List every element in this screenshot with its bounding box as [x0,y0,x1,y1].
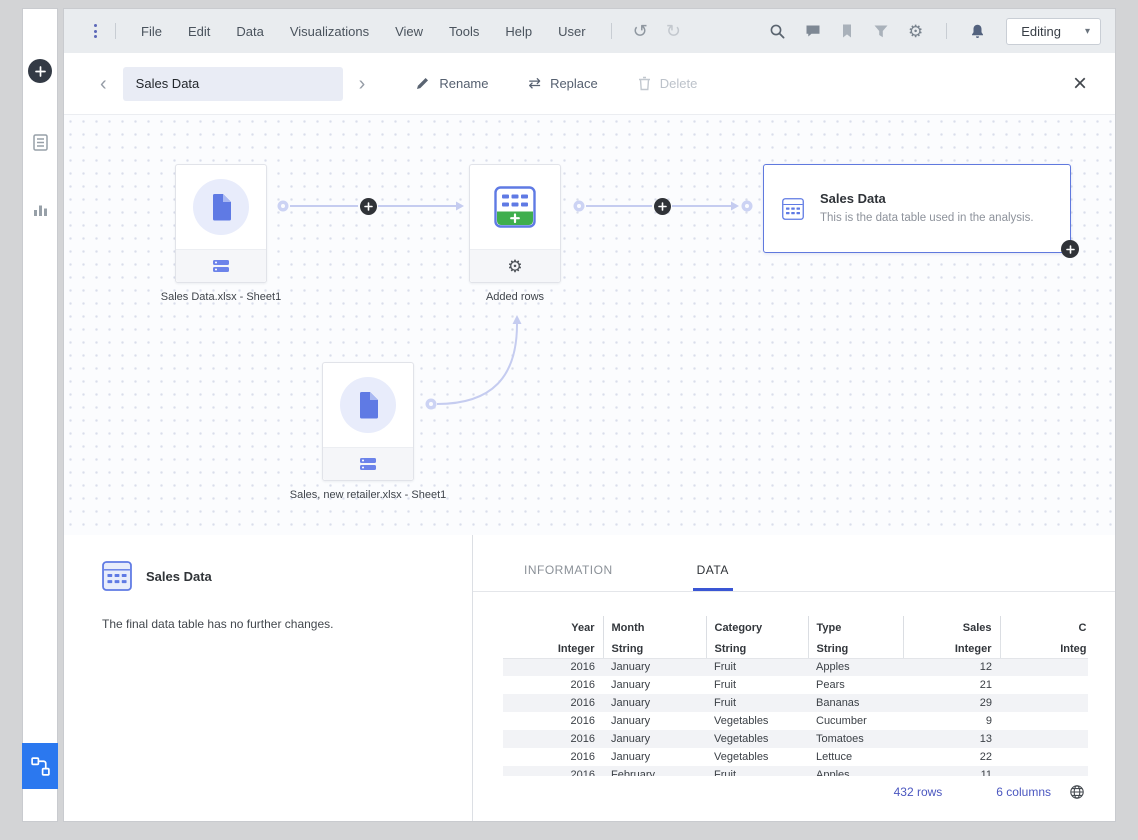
data-preview-panel: INFORMATION DATA Year Month Category Typ… [473,535,1115,821]
file-icon [193,179,249,235]
delete-label: Delete [660,76,698,91]
table-row: 2016JanuaryFruitBananas29 [503,694,1088,712]
table-header-row: Year Month Category Type Sales C [503,616,1088,640]
table-row: 2016JanuaryVegetablesCucumber9 [503,712,1088,730]
table-name-input[interactable] [123,67,343,101]
table-row: 2016JanuaryVegetablesTomatoes13 [503,730,1088,748]
table-row: 2016JanuaryFruitApples12 [503,658,1088,676]
table-row: 2016JanuaryFruitPears21 [503,676,1088,694]
authoring-bar [22,8,58,822]
menu-view[interactable]: View [382,24,436,39]
column-count: 6 columns [996,785,1051,799]
redo-icon[interactable]: ↻ [657,22,690,40]
data-canvas[interactable]: Sales Data.xlsx - Sheet1 [64,115,1115,535]
final-node-title: Sales Data [820,191,1052,206]
plus-icon [1066,245,1075,254]
replace-label: Replace [550,76,598,91]
tab-data[interactable]: DATA [693,563,733,591]
pencil-icon [415,76,430,91]
insert-step-button[interactable] [654,198,671,215]
insert-step-button[interactable] [360,198,377,215]
comment-icon[interactable] [805,23,821,39]
data-canvas-button[interactable] [22,743,58,789]
forward-chevron-icon[interactable]: › [357,74,368,94]
delete-button[interactable]: Delete [638,76,698,91]
menubar: File Edit Data Visualizations View Tools… [128,24,599,39]
table-type-row: Integer String String String Integer Int… [503,640,1088,658]
undo-icon[interactable]: ↺ [624,22,657,40]
mode-label: Editing [1021,24,1061,39]
mode-dropdown[interactable]: Editing ▾ [1006,18,1101,45]
gear-icon: ⚙ [507,258,522,275]
menu-user[interactable]: User [545,24,598,39]
table-row: 2016JanuaryVegetablesLettuce22 [503,748,1088,766]
transform-node-added-rows[interactable]: ⚙ [469,164,561,283]
data-canvas-icon [30,756,51,777]
table-row: 2016FebruaryFruitApples11 [503,766,1088,776]
chevron-down-icon: ▾ [1085,26,1090,37]
rename-label: Rename [439,76,488,91]
trash-icon [638,76,651,91]
final-table-node[interactable]: Sales Data This is the data table used i… [763,164,1071,253]
settings-gear-icon[interactable]: ⚙ [908,23,923,40]
plus-icon [35,66,46,77]
menu-file[interactable]: File [128,24,175,39]
app-window: File Edit Data Visualizations View Tools… [63,8,1116,822]
add-content-button[interactable] [28,59,52,83]
source-node-sales-data[interactable] [175,164,267,283]
file-icon [340,377,396,433]
tab-information[interactable]: INFORMATION [520,563,617,591]
filter-icon[interactable] [873,24,889,39]
notifications-bell-icon[interactable] [970,23,985,40]
replace-button[interactable]: ⇄ Replace [528,76,597,91]
source-node-new-retailer[interactable] [322,362,414,481]
final-node-description: This is the data table used in the analy… [820,211,1052,226]
plus-icon [658,202,667,211]
details-description: The final data table has no further chan… [102,617,448,631]
data-table-icon [782,187,804,231]
desktop-background: File Edit Data Visualizations View Tools… [0,0,1138,840]
data-footer: 432 rows 6 columns [473,777,1115,821]
node-label-source2: Sales, new retailer.xlsx - Sheet1 [258,489,478,501]
node-label-source1: Sales Data.xlsx - Sheet1 [111,291,331,303]
separator [946,23,947,39]
preview-tabs: INFORMATION DATA [473,535,1115,592]
table-details-panel: Sales Data The final data table has no f… [64,535,473,821]
globe-icon[interactable] [1069,784,1085,800]
menu-tools[interactable]: Tools [436,24,492,39]
rename-button[interactable]: Rename [415,76,488,91]
replace-icon: ⇄ [528,76,541,91]
menu-data[interactable]: Data [223,24,276,39]
menu-visualizations[interactable]: Visualizations [277,24,382,39]
data-source-icon [212,259,230,273]
back-chevron-icon[interactable]: ‹ [98,74,109,94]
main-toolbar: File Edit Data Visualizations View Tools… [64,9,1115,53]
separator [115,23,116,39]
details-title: Sales Data [146,569,212,584]
add-transformation-button[interactable] [1061,240,1079,258]
visualizations-icon[interactable] [32,202,49,218]
data-canvas-header: ‹ › Rename ⇄ Replace Delete × [64,53,1115,115]
node-label-transform: Added rows [405,291,625,303]
data-table-icon [102,561,132,591]
search-icon[interactable] [769,23,786,40]
added-rows-icon [494,186,536,228]
row-count: 432 rows [894,785,943,799]
separator [611,23,612,39]
bottom-panel: Sales Data The final data table has no f… [64,535,1115,821]
menu-help[interactable]: Help [492,24,545,39]
data-preview-table: Year Month Category Type Sales C Integer… [503,616,1088,776]
plus-icon [364,202,373,211]
menu-edit[interactable]: Edit [175,24,223,39]
data-preview-table-container[interactable]: Year Month Category Type Sales C Integer… [503,616,1088,776]
data-source-icon [359,457,377,471]
kebab-menu-icon[interactable] [88,19,103,44]
close-icon[interactable]: × [1073,72,1087,96]
toolbar-right-icons: ⚙ Editing ▾ [769,18,1101,45]
pages-icon[interactable] [32,133,49,152]
bookmark-icon[interactable] [840,23,854,39]
